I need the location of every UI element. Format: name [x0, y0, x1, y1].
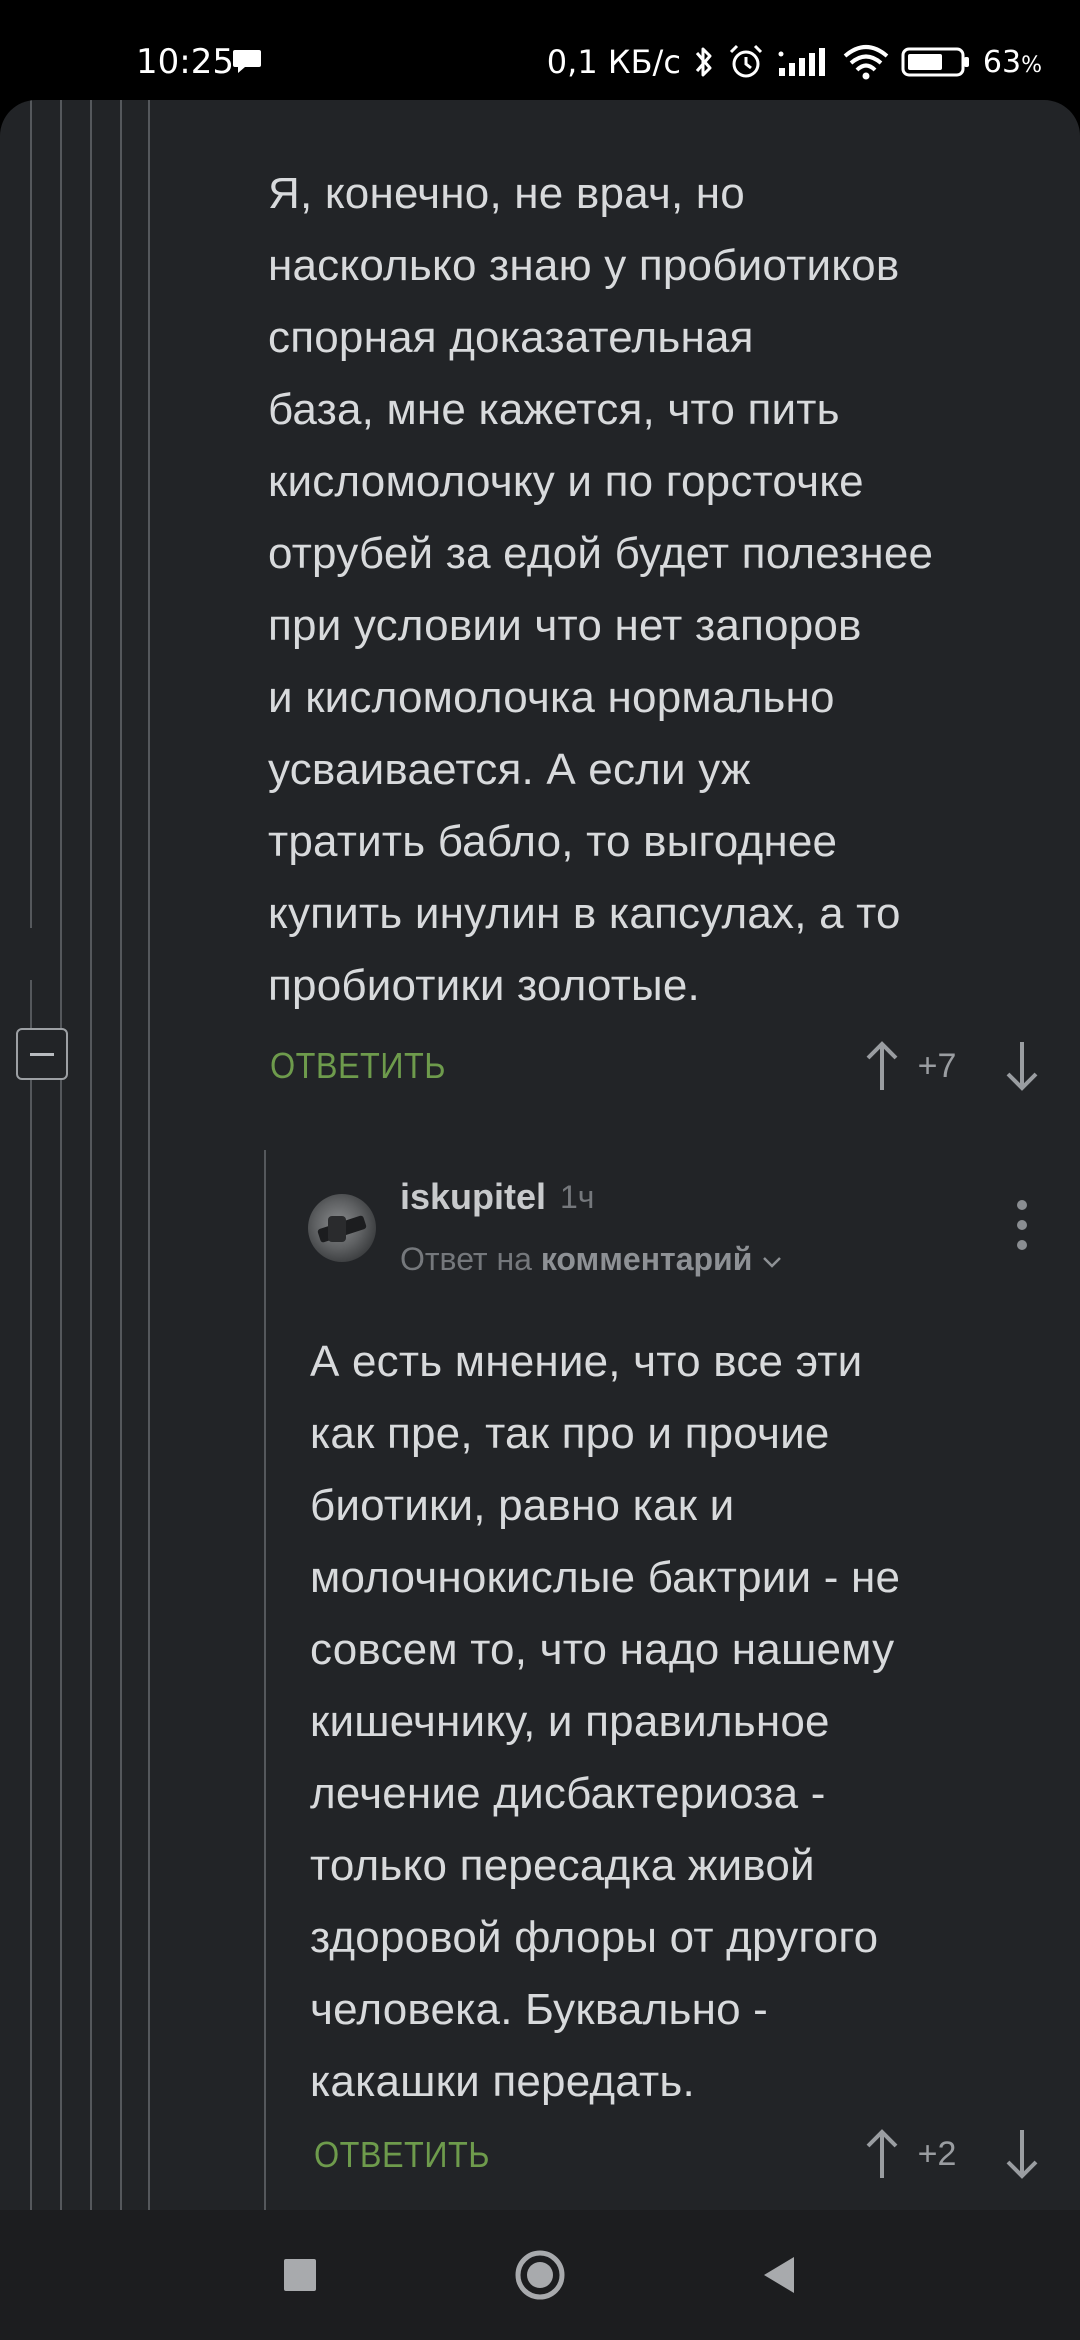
thread-line[interactable] [148, 100, 150, 2210]
comment-score: +7 [917, 1047, 957, 1085]
status-time: 10:25 [136, 42, 234, 82]
thread-line[interactable] [30, 980, 32, 2210]
upvote-arrow-icon[interactable] [862, 1038, 902, 1094]
thread-line[interactable] [120, 100, 122, 2210]
vote-controls: +7 [862, 1038, 1052, 1094]
comment-thread[interactable]: Я, конечно, не врач, но насколько знаю у… [0, 100, 1080, 2210]
reply-to-prefix: Ответ на [400, 1241, 532, 1277]
signal-icon [778, 48, 825, 76]
bluetooth-icon [695, 47, 712, 77]
battery-icon [901, 47, 969, 77]
downvote-arrow-icon[interactable] [1002, 2126, 1042, 2182]
reply-button[interactable]: ОТВЕТИТЬ [314, 2135, 490, 2175]
chat-bubble-icon [233, 50, 261, 73]
upvote-arrow-icon[interactable] [862, 2126, 902, 2182]
home-circle-icon[interactable] [510, 2245, 570, 2305]
reply-to-target: комментарий [540, 1241, 753, 1277]
comment-author[interactable]: iskupitel [400, 1176, 546, 1218]
navigation-bar [0, 2210, 1080, 2340]
status-indicators: 0,1 КБ/с 63% [547, 40, 1042, 84]
back-triangle-icon[interactable] [750, 2245, 810, 2305]
network-speed: 0,1 КБ/с [546, 43, 681, 81]
avatar[interactable] [308, 1194, 376, 1262]
comment-text: Я, конечно, не врач, но насколько знаю у… [268, 169, 934, 1010]
thread-line[interactable] [30, 100, 32, 928]
wifi-icon [843, 45, 889, 80]
thread-line[interactable] [60, 100, 62, 2210]
vote-controls: +2 [862, 2126, 1052, 2182]
comment-text: А есть мнение, что все эти как пре, так … [310, 1337, 901, 2106]
comment-score: +2 [917, 2135, 957, 2173]
thread-line[interactable] [264, 1150, 266, 2210]
more-options-icon[interactable] [1012, 1200, 1032, 1250]
status-bar: 10:25 0,1 КБ/с 63% [0, 0, 1080, 100]
reply-to-link[interactable]: Ответ на комментарий [400, 1238, 783, 1280]
battery-percent: 63% [982, 44, 1042, 80]
comment-time: 1ч [560, 1179, 595, 1215]
recents-square-icon[interactable] [270, 2245, 330, 2305]
downvote-arrow-icon[interactable] [1002, 1038, 1042, 1094]
chevron-down-icon [763, 1256, 782, 1268]
collapse-thread-button[interactable] [16, 1028, 68, 1080]
thread-line[interactable] [90, 100, 92, 2210]
reply-button[interactable]: ОТВЕТИТЬ [270, 1046, 446, 1086]
alarm-icon [729, 44, 762, 78]
